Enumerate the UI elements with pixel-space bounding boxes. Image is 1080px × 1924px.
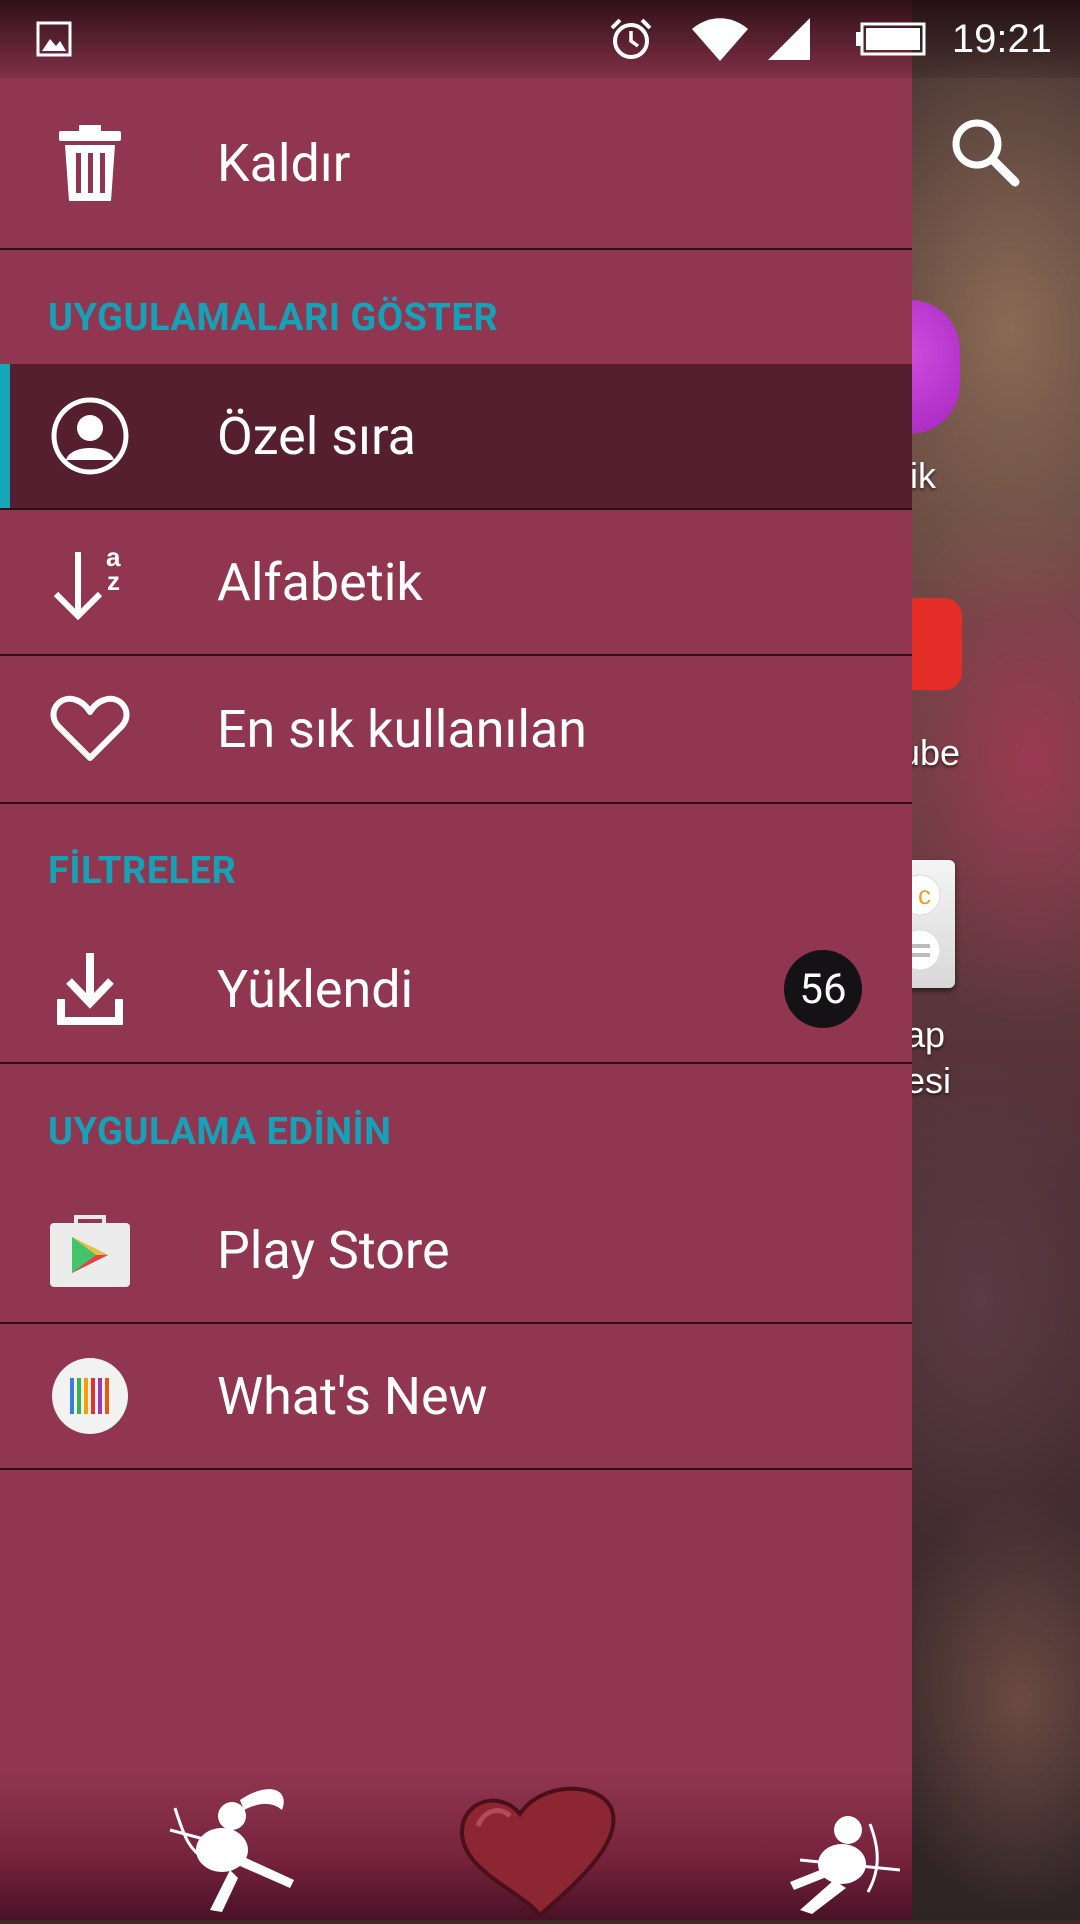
count-badge: 56 bbox=[784, 950, 862, 1028]
user-circle-icon bbox=[50, 396, 130, 476]
sort-item-label: Alfabetik bbox=[217, 551, 423, 613]
get-item-whats-new[interactable]: What's New bbox=[0, 1324, 912, 1470]
whats-new-icon bbox=[50, 1356, 130, 1436]
download-icon bbox=[50, 949, 130, 1029]
sort-item-label: En sık kullanılan bbox=[217, 698, 587, 760]
signal-icon bbox=[766, 0, 812, 78]
battery-icon bbox=[856, 0, 926, 78]
filter-item-label: Yüklendi bbox=[217, 958, 414, 1020]
sort-item-label: Özel sıra bbox=[217, 405, 416, 467]
cupid-right-icon bbox=[790, 1816, 901, 1914]
sort-item-alphabetical[interactable]: a z Alfabetik bbox=[0, 510, 912, 656]
section-header-filters: FİLTRELER bbox=[48, 849, 237, 893]
app-label: ik bbox=[910, 455, 936, 496]
uninstall-item[interactable]: Kaldır bbox=[0, 78, 912, 250]
sort-item-most-used[interactable]: En sık kullanılan bbox=[0, 656, 912, 804]
cupid-left-icon bbox=[169, 1789, 294, 1912]
svg-text:c: c bbox=[918, 880, 931, 910]
alarm-icon bbox=[608, 0, 654, 78]
image-icon bbox=[36, 0, 72, 78]
filter-item-installed[interactable]: Yüklendi 56 bbox=[0, 916, 912, 1064]
selection-indicator bbox=[0, 364, 10, 508]
get-item-play-store[interactable]: Play Store bbox=[0, 1178, 912, 1324]
svg-text:z: z bbox=[107, 566, 120, 596]
sort-item-custom[interactable]: Özel sıra bbox=[0, 364, 912, 510]
clock: 19:21 bbox=[951, 16, 1052, 61]
heart-icon bbox=[459, 1786, 616, 1918]
decorative-footer bbox=[0, 1770, 912, 1920]
trash-icon bbox=[50, 123, 130, 203]
uninstall-label: Kaldır bbox=[217, 132, 351, 194]
heart-outline-icon bbox=[50, 689, 130, 769]
get-item-label: What's New bbox=[217, 1365, 488, 1427]
search-icon[interactable] bbox=[945, 112, 1025, 192]
section-header-show-apps: UYGULAMALARI GÖSTER bbox=[48, 296, 499, 340]
status-bar: 19:21 bbox=[0, 0, 1080, 78]
get-item-label: Play Store bbox=[217, 1219, 450, 1281]
wifi-icon bbox=[690, 0, 750, 78]
navigation-drawer: Kaldır UYGULAMALARI GÖSTER Özel sıra a z… bbox=[0, 0, 912, 1920]
section-header-get-apps: UYGULAMA EDİNİN bbox=[48, 1110, 392, 1154]
play-store-icon bbox=[50, 1210, 130, 1290]
sort-alpha-icon: a z bbox=[50, 542, 130, 622]
